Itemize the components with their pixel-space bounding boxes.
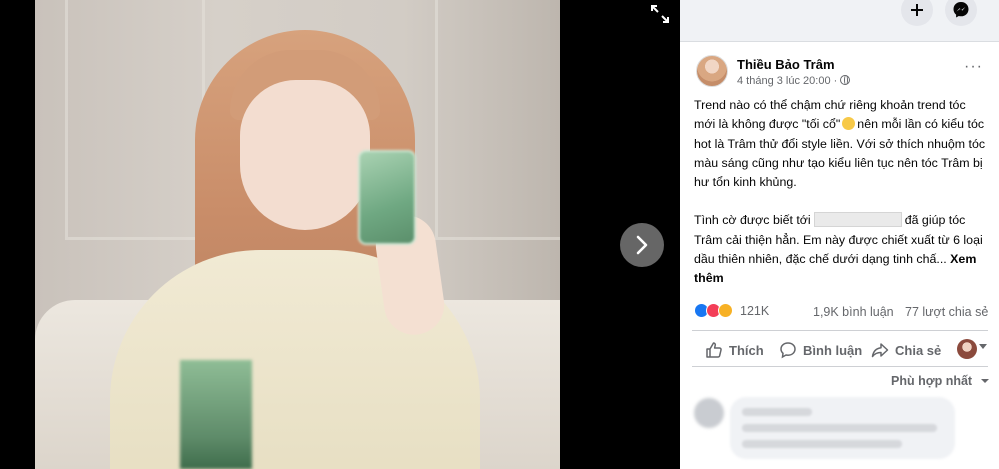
- timestamp-text: 4 tháng 3 lúc 20:00 ·: [737, 75, 838, 87]
- post-paragraph: Tình cờ được biết tới đã giúp tóc Trâm cả…: [694, 211, 990, 288]
- blurred-comment-line: [742, 424, 937, 432]
- post-panel: Thiều Bảo Trâm 4 tháng 3 lúc 20:00 · ···…: [680, 0, 999, 469]
- chevron-down-icon: [980, 379, 989, 383]
- comments-count[interactable]: 1,9K bình luận: [813, 305, 894, 319]
- shares-count[interactable]: 77 lượt chia sẻ: [905, 305, 988, 319]
- more-horizontal-icon: ···: [964, 58, 983, 75]
- post-photo[interactable]: [35, 0, 560, 469]
- wall-panel: [435, 0, 560, 240]
- author-avatar[interactable]: [696, 55, 728, 87]
- comment-icon: [780, 342, 796, 359]
- like-label: Thích: [729, 342, 764, 358]
- reactions-summary[interactable]: 121K: [694, 303, 769, 318]
- post-text: Trend nào có thể chậm chứ riêng khoản tr…: [694, 96, 990, 289]
- divider: [692, 330, 988, 331]
- wall-panel: [65, 0, 205, 240]
- commenter-avatar[interactable]: [694, 398, 724, 428]
- blurred-product-box: [180, 360, 252, 469]
- expand-icon: [651, 5, 669, 23]
- plus-icon: [911, 4, 923, 16]
- blurred-product-card: [358, 150, 416, 245]
- face: [240, 80, 370, 230]
- blurred-comment-line: [742, 408, 812, 416]
- author-name[interactable]: Thiều Bảo Trâm: [737, 57, 835, 72]
- comment-button[interactable]: Bình luận: [779, 340, 862, 360]
- photo-viewer: [0, 0, 680, 469]
- post-timestamp[interactable]: 4 tháng 3 lúc 20:00 ·: [737, 75, 851, 87]
- create-button[interactable]: [901, 0, 933, 26]
- divider: [692, 366, 988, 367]
- redacted-text: [813, 212, 902, 228]
- chevron-down-icon[interactable]: [979, 344, 987, 349]
- share-label: Chia sẻ: [895, 342, 942, 358]
- messenger-button[interactable]: [945, 0, 977, 26]
- blurred-comment-line: [742, 440, 902, 448]
- share-icon: [871, 343, 889, 358]
- messenger-icon: [953, 2, 969, 18]
- globe-icon: [840, 75, 851, 85]
- post-paragraph: Trend nào có thể chậm chứ riêng khoản tr…: [694, 96, 990, 192]
- thumbs-up-icon: [706, 342, 722, 358]
- post-text-part: Tình cờ được biết tới: [694, 213, 811, 228]
- comment-label: Bình luận: [803, 342, 863, 358]
- like-button[interactable]: Thích: [705, 340, 764, 360]
- reaction-count: 121K: [740, 303, 770, 318]
- smiling-emoji-icon: [842, 117, 856, 131]
- share-button[interactable]: Chia sẻ: [871, 340, 941, 360]
- sort-label: Phù hợp nhất: [891, 374, 973, 388]
- next-photo-button[interactable]: [620, 223, 664, 267]
- viewer-avatar[interactable]: [957, 339, 977, 359]
- care-reaction-icon: [718, 303, 733, 318]
- expand-button[interactable]: [645, 0, 675, 26]
- top-bar: [680, 0, 999, 42]
- more-options-button[interactable]: ···: [964, 59, 983, 75]
- chevron-right-icon: [636, 235, 648, 255]
- comment-sort-dropdown[interactable]: Phù hợp nhất: [891, 374, 990, 388]
